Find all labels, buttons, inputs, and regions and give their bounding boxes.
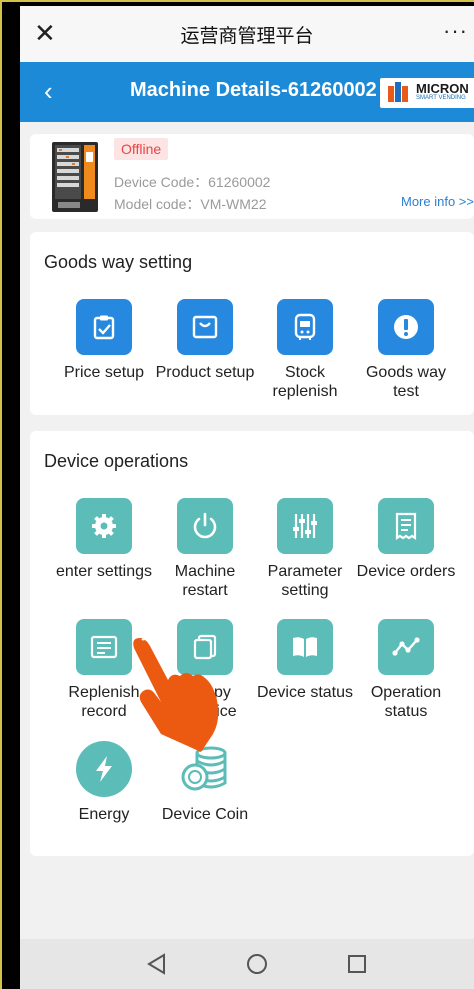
micron-logo-mark-icon	[388, 82, 408, 102]
micron-logo: MICRON SMART VENDING	[380, 78, 474, 108]
enter-settings-button[interactable]: enter settings	[54, 498, 154, 581]
receipt-icon	[378, 498, 434, 554]
more-menu-icon[interactable]: ···	[443, 18, 468, 44]
page-header: ‹ Machine Details-61260002 MICRON SMART …	[20, 62, 474, 122]
system-nav-bar	[20, 939, 474, 989]
line-graph-icon	[378, 619, 434, 675]
tile-label: Parameter setting	[267, 563, 343, 599]
sliders-icon	[277, 498, 333, 554]
status-badge: Offline	[114, 138, 169, 160]
exclamation-icon	[378, 299, 434, 355]
lightning-icon	[76, 741, 132, 797]
parameter-setting-button[interactable]: Parameter setting	[255, 498, 355, 600]
clipboard-check-icon	[76, 299, 132, 355]
tile-label: Device status	[256, 684, 354, 701]
tile-label: Device orders	[356, 563, 456, 580]
goods-way-test-button[interactable]: Goods way test	[356, 299, 456, 401]
replenish-label-line2: record	[81, 703, 127, 720]
device-code: Device Code：61260002	[114, 174, 271, 190]
replenish-label-line1: Replenish	[68, 684, 140, 701]
goods-way-card: Goods way setting Price setup Product se…	[30, 232, 474, 415]
nav-home-icon[interactable]	[244, 951, 270, 977]
tile-label: Goods way test	[365, 364, 447, 400]
tile-label: Machine restart	[174, 563, 236, 599]
model-code: Model code：VM-WM22	[114, 196, 267, 212]
book-icon	[277, 619, 333, 675]
title-bar: ✕ 运营商管理平台 ···	[20, 6, 474, 62]
product-box-icon	[177, 299, 233, 355]
tile-label: Stock replenish	[272, 364, 338, 400]
device-operations-title: Device operations	[44, 451, 189, 471]
device-orders-button[interactable]: Device orders	[356, 498, 456, 581]
pointing-hand-icon	[133, 638, 219, 752]
stock-device-icon	[277, 299, 333, 355]
nav-recent-apps-icon[interactable]	[344, 951, 370, 977]
product-setup-button[interactable]: Product setup	[155, 299, 255, 382]
goods-way-title: Goods way setting	[44, 252, 193, 272]
operation-status-button[interactable]: Operation status	[356, 619, 456, 721]
tile-label: Product setup	[155, 364, 255, 381]
power-icon	[177, 498, 233, 554]
gear-icon	[76, 498, 132, 554]
device-status-button[interactable]: Device status	[255, 619, 355, 702]
nav-back-icon[interactable]	[144, 951, 170, 977]
tile-label: Operation status	[370, 684, 442, 720]
phone-screen: ✕ 运营商管理平台 ··· ‹ Machine Details-61260002…	[20, 6, 474, 989]
more-info-link[interactable]: More info >>	[401, 194, 474, 209]
tile-label: Price setup	[63, 364, 145, 381]
page-title: Machine Details-61260002	[130, 79, 377, 101]
price-setup-button[interactable]: Price setup	[54, 299, 154, 382]
stock-replenish-button[interactable]: Stock replenish	[255, 299, 355, 401]
logo-brand: MICRON	[416, 81, 469, 96]
machine-restart-button[interactable]: Machine restart	[155, 498, 255, 600]
vending-machine-image	[52, 142, 98, 212]
back-chevron-icon[interactable]: ‹	[44, 76, 53, 107]
tile-label: Energy	[78, 806, 130, 823]
replenish-record-icon	[76, 619, 132, 675]
logo-tagline: SMART VENDING	[416, 95, 466, 101]
device-operations-card: Device operations enter settings Machine…	[30, 431, 474, 856]
app-title: 运营商管理平台	[180, 25, 314, 47]
device-info-card: Offline Device Code：61260002 Model code：…	[30, 134, 474, 219]
tile-label: enter settings	[55, 563, 153, 580]
tile-label: Device Coin	[161, 806, 249, 823]
